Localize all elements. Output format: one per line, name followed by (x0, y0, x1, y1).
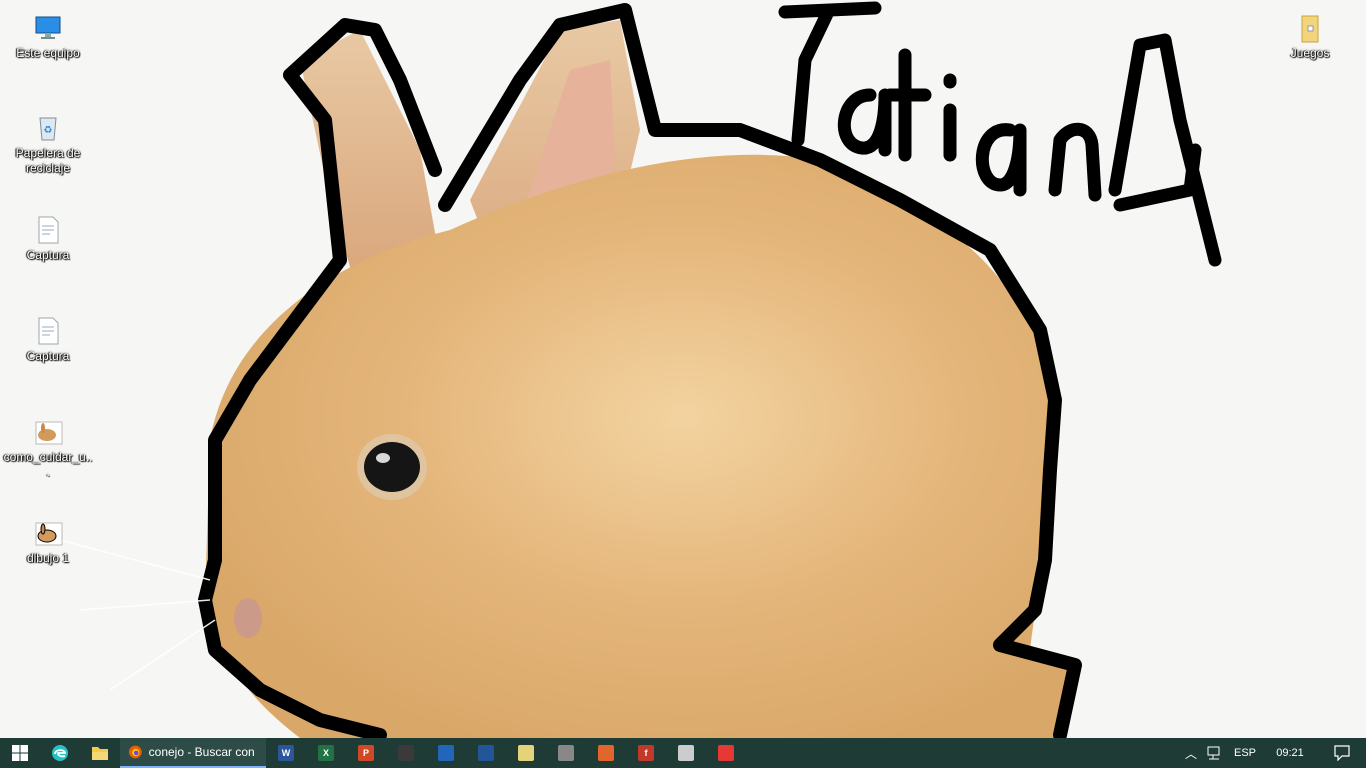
screenshot-file-icon (38, 317, 59, 345)
pinned-app-button[interactable]: X (306, 738, 346, 768)
desktop-icon-label: como_cuidar_u... (3, 450, 93, 479)
desktop-icon-label: Papelera de reciclaje (15, 146, 81, 175)
notification-icon (1334, 745, 1350, 761)
chart-app-icon (478, 745, 494, 761)
desktop-icon-label: Juegos (1290, 46, 1330, 60)
pinned-app-button[interactable] (586, 738, 626, 768)
flash-icon: f (638, 745, 654, 761)
desktop-icon-label: Captura (26, 349, 70, 363)
pinned-app-button[interactable]: P (346, 738, 386, 768)
desktop-wallpaper (0, 0, 1366, 738)
desktop-icon-label: Captura (26, 248, 70, 262)
taskbar: conejo - Buscar con ... W X Pf ︿ ESP 09:21 (0, 738, 1366, 768)
desktop-icon-como-cuidar[interactable]: como_cuidar_u... (0, 410, 96, 480)
pinned-app-button[interactable]: f (626, 738, 666, 768)
pinned-app-button[interactable]: W (266, 738, 306, 768)
svg-text:♻: ♻ (44, 125, 53, 136)
start-button[interactable] (0, 738, 40, 768)
pinned-app-button[interactable] (466, 738, 506, 768)
word-icon: W (278, 745, 294, 761)
image-file-icon (35, 421, 63, 445)
recycle-bin-icon: ♻ (39, 117, 57, 141)
system-tray: ︿ ESP 09:21 (1180, 738, 1366, 768)
folder-icon (92, 747, 108, 760)
clock[interactable]: 09:21 (1262, 738, 1318, 768)
edge-icon (52, 745, 68, 761)
file-explorer-button[interactable] (80, 738, 120, 768)
desktop-icon-dibujo-1[interactable]: dibujo 1 (0, 511, 96, 566)
excel-icon: X (318, 745, 334, 761)
media-app-icon (718, 745, 734, 761)
firefox-icon (128, 745, 142, 759)
computer-icon (35, 16, 61, 39)
windows-logo-icon (12, 745, 28, 761)
browser-button[interactable] (40, 738, 80, 768)
screenshot-file-icon (38, 216, 59, 244)
network-icon (1207, 746, 1220, 760)
pinned-app-button[interactable] (546, 738, 586, 768)
language-label: ESP (1233, 747, 1256, 759)
network-button[interactable] (1202, 738, 1228, 768)
language-indicator[interactable]: ESP (1228, 738, 1262, 768)
show-hidden-icons-button[interactable]: ︿ (1180, 738, 1202, 768)
publisher-icon (398, 745, 414, 761)
pinned-app-button[interactable] (706, 738, 746, 768)
desktop-icon-label: Este equipo (16, 46, 80, 60)
pinned-app-button[interactable] (506, 738, 546, 768)
desktop-icon-this-pc[interactable]: Este equipo (0, 6, 96, 61)
notepad-icon (518, 745, 534, 761)
action-center-button[interactable] (1318, 738, 1366, 768)
taskbar-active-app[interactable]: conejo - Buscar con ... (120, 738, 266, 768)
desktop-icon-juegos[interactable]: Juegos (1262, 6, 1358, 61)
pinned-app-button[interactable] (426, 738, 466, 768)
pinned-app-button[interactable] (386, 738, 426, 768)
desktop-icon-captura-2[interactable]: Captura (0, 309, 96, 364)
folder-icon (1301, 15, 1319, 43)
grid-app-icon (678, 745, 694, 761)
taskbar-app-title: conejo - Buscar con ... (148, 745, 258, 759)
pinned-apps: W X Pf (266, 738, 746, 768)
image-file-icon (35, 522, 63, 546)
chevron-up-icon: ︿ (1184, 746, 1197, 761)
database-icon (558, 745, 574, 761)
app-icon (598, 745, 614, 761)
powerpoint-icon: P (358, 745, 374, 761)
pinned-app-button[interactable] (666, 738, 706, 768)
desktop-icon-recycle-bin[interactable]: ♻ Papelera de reciclaje (0, 106, 96, 176)
desktop-icon-captura-1[interactable]: Captura (0, 208, 96, 263)
clock-time: 09:21 (1276, 747, 1304, 759)
tool-icon (438, 745, 454, 761)
desktop-icon-label: dibujo 1 (26, 551, 70, 565)
